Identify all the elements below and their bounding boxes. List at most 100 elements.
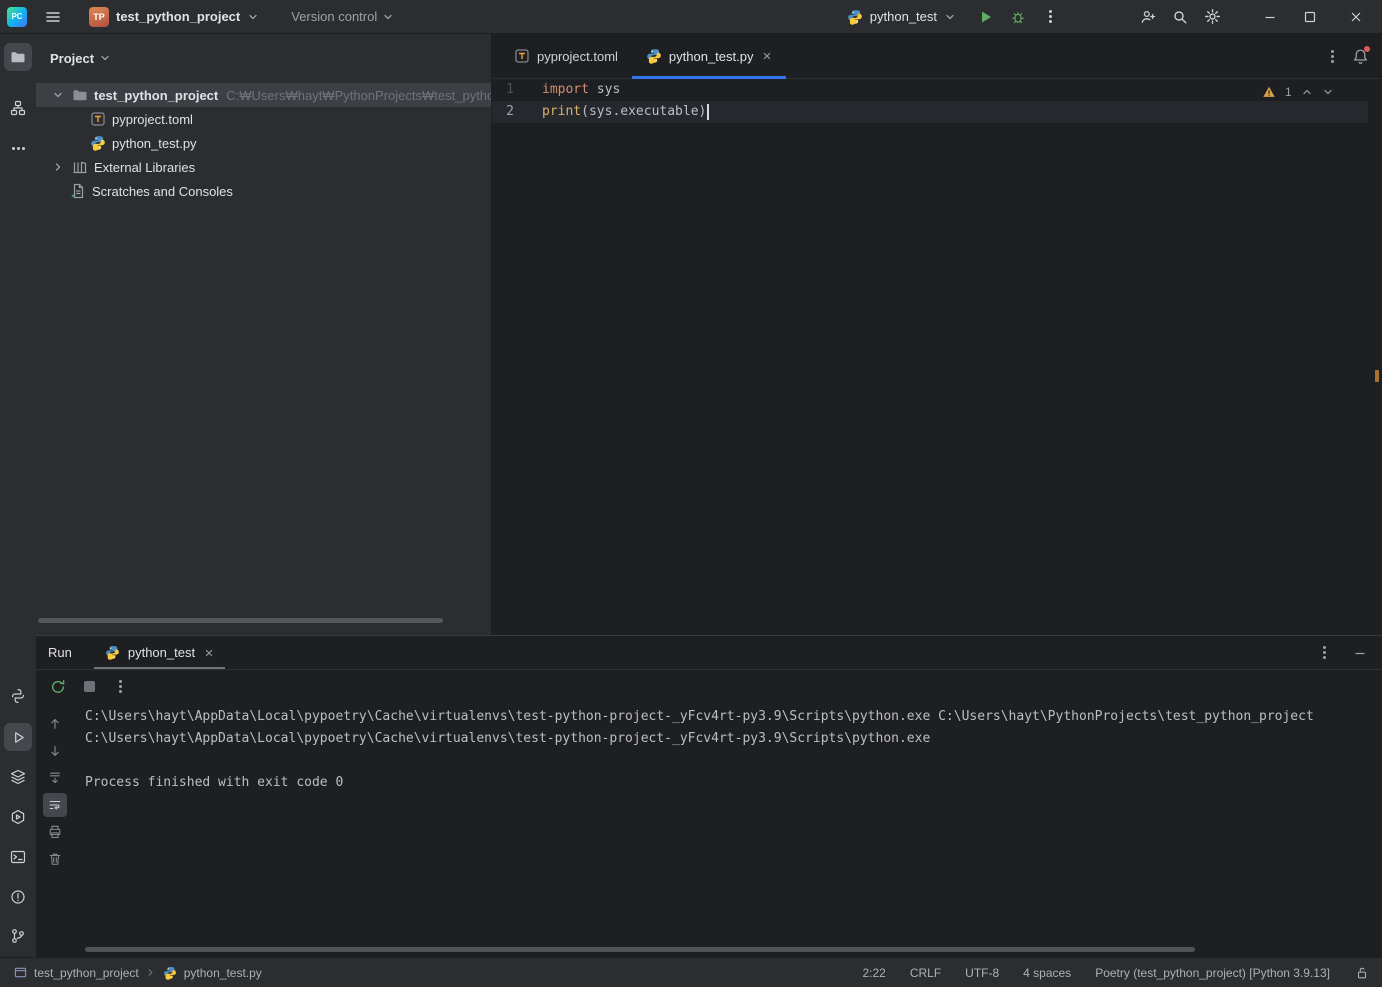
console-line: Process finished with exit code 0: [85, 775, 344, 790]
interpreter-widget[interactable]: Poetry (test_python_project) [Python 3.9…: [1095, 966, 1330, 980]
project-panel-header[interactable]: Project: [36, 34, 491, 82]
run-tab-python-test[interactable]: python_test: [93, 636, 226, 669]
line-separator-widget[interactable]: CRLF: [910, 966, 941, 980]
readonly-lock-icon[interactable]: [1354, 965, 1370, 981]
up-stack-trace-button[interactable]: [43, 712, 67, 736]
project-tool-button[interactable]: [4, 43, 32, 71]
close-button[interactable]: [1330, 0, 1382, 34]
scroll-to-end-icon: [50, 772, 60, 784]
console-horizontal-scrollbar[interactable]: [85, 947, 1195, 952]
project-selector[interactable]: TP test_python_project: [83, 3, 265, 31]
line-number[interactable]: 2: [492, 101, 526, 123]
status-bar: test_python_project python_test.py 2:22 …: [0, 957, 1382, 987]
editor-tab-bar: pyproject.toml python_test.py: [492, 34, 1382, 79]
close-tab-icon[interactable]: [762, 51, 772, 61]
structure-tool-button[interactable]: [4, 94, 32, 122]
minimize-button[interactable]: [1250, 0, 1290, 34]
python-console-tool-button[interactable]: [4, 682, 32, 710]
arrow-down-icon: [51, 746, 59, 756]
notifications-button[interactable]: [1346, 42, 1374, 70]
code-editor[interactable]: 1 import sys 2 print(sys.executable): [492, 79, 1382, 123]
scroll-to-end-button[interactable]: [43, 766, 67, 790]
breadcrumb: test_python_project python_test.py: [12, 965, 262, 981]
debug-button[interactable]: [1004, 3, 1032, 31]
layers-icon: [10, 769, 26, 785]
problems-tool-button[interactable]: [4, 883, 32, 911]
settings-button[interactable]: [1198, 3, 1226, 31]
python-packages-tool-button[interactable]: [4, 763, 32, 791]
more-actions-button[interactable]: [1036, 3, 1064, 31]
rerun-button[interactable]: [44, 673, 72, 701]
kebab-icon: [1322, 651, 1326, 654]
search-icon: [1174, 10, 1187, 23]
tab-pyproject-toml[interactable]: pyproject.toml: [500, 34, 632, 79]
problems-icon: [11, 890, 25, 904]
run-tool-button[interactable]: [4, 723, 32, 751]
tree-row-python-test-py[interactable]: python_test.py: [36, 131, 491, 155]
tab-python-test-py[interactable]: python_test.py: [631, 34, 787, 79]
main-menu-button[interactable]: [39, 3, 67, 31]
version-control-widget[interactable]: Version control: [285, 3, 400, 31]
python-file-icon: [105, 645, 121, 661]
tab-label: pyproject.toml: [537, 48, 618, 64]
run-config-selector[interactable]: python_test: [839, 3, 964, 31]
services-tool-button[interactable]: [4, 803, 32, 831]
trash-icon: [49, 853, 61, 865]
search-everywhere-button[interactable]: [1166, 3, 1194, 31]
python-file-icon: [162, 965, 178, 981]
chevron-right-icon: [145, 967, 156, 978]
python-file-icon: [90, 135, 106, 151]
chevron-right-icon[interactable]: [50, 159, 66, 175]
bug-icon: [1012, 11, 1024, 23]
arrow-up-icon: [51, 719, 59, 729]
print-button[interactable]: [43, 820, 67, 844]
version-control-tool-button[interactable]: [4, 922, 32, 950]
printer-icon: [49, 825, 61, 839]
title-bar-actions: python_test: [839, 0, 1382, 33]
tree-row-scratches[interactable]: Scratches and Consoles: [36, 179, 491, 203]
play-icon: [982, 11, 991, 22]
run-toolbar-more-button[interactable]: [106, 673, 134, 701]
close-tab-icon[interactable]: [204, 648, 214, 658]
chevron-down-icon: [384, 14, 392, 19]
git-branch-icon: [12, 929, 24, 943]
tree-row-external-libraries[interactable]: External Libraries: [36, 155, 491, 179]
version-control-label: Version control: [291, 9, 378, 24]
indent-widget[interactable]: 4 spaces: [1023, 966, 1071, 980]
breadcrumb-project[interactable]: test_python_project: [34, 966, 139, 980]
clear-console-button[interactable]: [43, 847, 67, 871]
python-icon: [847, 9, 862, 25]
chevron-down-icon[interactable]: [50, 87, 66, 103]
scrollbar-warning-marker[interactable]: [1375, 370, 1379, 382]
tree-row-pyproject-toml[interactable]: pyproject.toml: [36, 107, 491, 131]
project-horizontal-scrollbar[interactable]: [38, 618, 443, 623]
run-config-name: python_test: [869, 9, 937, 24]
down-stack-trace-button[interactable]: [43, 739, 67, 763]
console-side-toolbar: [42, 712, 68, 871]
code-with-me-button[interactable]: [1134, 3, 1162, 31]
console-output[interactable]: C:\Users\hayt\AppData\Local\pypoetry\Cac…: [85, 706, 1378, 948]
hide-run-panel-button[interactable]: [1346, 639, 1374, 667]
encoding-widget[interactable]: UTF-8: [965, 966, 999, 980]
soft-wrap-button[interactable]: [43, 793, 67, 817]
code-line: 1 import sys: [492, 79, 1382, 101]
editor-options-button[interactable]: [1318, 42, 1346, 70]
terminal-tool-button[interactable]: [4, 843, 32, 871]
toml-file-icon: [514, 48, 530, 64]
kebab-icon: [118, 685, 122, 688]
tree-row-project-root[interactable]: test_python_project C:₩Users₩hayt₩Python…: [36, 83, 491, 107]
line-number[interactable]: 1: [492, 79, 526, 101]
run-window-icon: [14, 731, 24, 743]
ellipsis-icon: [16, 146, 20, 150]
more-tool-windows-button[interactable]: [4, 134, 32, 162]
kebab-icon: [1330, 54, 1334, 58]
cursor-position-widget[interactable]: 2:22: [862, 966, 885, 980]
maximize-button[interactable]: [1290, 0, 1330, 34]
breadcrumb-file[interactable]: python_test.py: [184, 966, 262, 980]
title-bar: PC TP test_python_project Version contro…: [0, 0, 1382, 34]
pycharm-window: PC TP test_python_project Version contro…: [0, 0, 1382, 987]
run-button[interactable]: [972, 3, 1000, 31]
run-panel-options-button[interactable]: [1310, 639, 1338, 667]
stop-button[interactable]: [75, 673, 103, 701]
